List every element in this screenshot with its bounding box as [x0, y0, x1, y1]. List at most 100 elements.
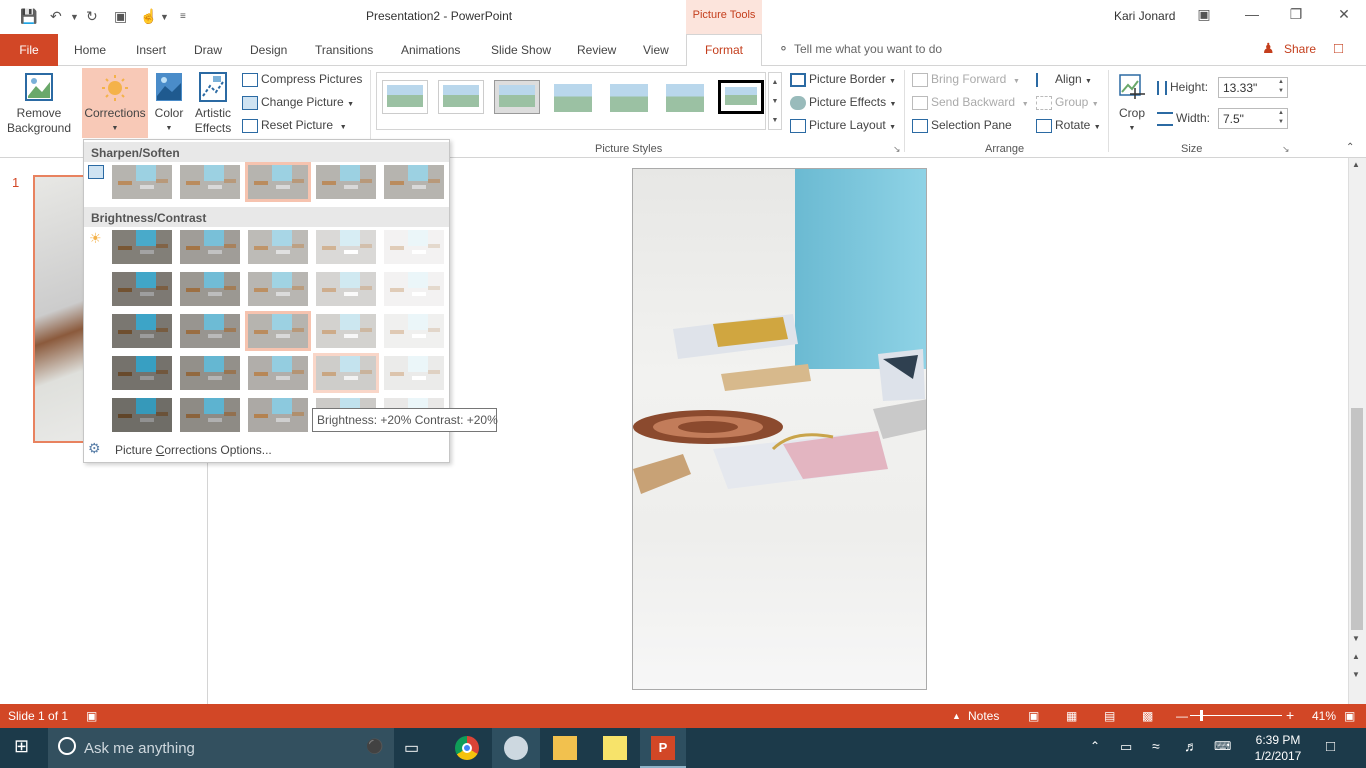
keyboard-icon[interactable]: ⌨ [1214, 739, 1231, 753]
tab-draw[interactable]: Draw [194, 43, 222, 57]
brightness-contrast-option[interactable] [112, 272, 172, 306]
battery-icon[interactable]: ▭ [1120, 739, 1132, 755]
scroll-down-icon[interactable]: ▼ [1352, 634, 1360, 643]
chrome-icon[interactable] [455, 736, 479, 760]
scroll-thumb[interactable] [1351, 408, 1363, 630]
fit-to-window-icon[interactable]: ▣ [1344, 709, 1355, 723]
brightness-contrast-option[interactable] [180, 230, 240, 264]
height-spinner[interactable]: ▲ ▼ [1278, 78, 1284, 96]
tab-insert[interactable]: Insert [136, 43, 166, 57]
sharpen-soften-option[interactable] [384, 165, 444, 199]
reset-picture-button[interactable]: Reset Picture ▼ [242, 118, 347, 133]
picture-style-1[interactable] [382, 80, 428, 114]
brightness-contrast-option[interactable] [316, 230, 376, 264]
brightness-contrast-option[interactable] [248, 356, 308, 390]
brightness-contrast-option[interactable] [180, 272, 240, 306]
tab-slide-show[interactable]: Slide Show [491, 43, 551, 57]
snipping-tool-icon[interactable] [504, 736, 528, 760]
comments-icon[interactable]: □ [1334, 40, 1343, 57]
brightness-contrast-option[interactable] [112, 398, 172, 432]
microphone-icon[interactable]: ⚫ [366, 738, 383, 755]
customize-qat-icon[interactable]: ≡ [180, 11, 186, 22]
share-person-icon[interactable]: ♟ [1262, 40, 1275, 57]
previous-slide-icon[interactable]: ▲ [1352, 652, 1360, 661]
brightness-contrast-option[interactable] [180, 356, 240, 390]
sharpen-soften-option[interactable] [245, 162, 311, 202]
scroll-up-icon[interactable]: ▲ [1352, 160, 1360, 169]
size-launcher-icon[interactable]: ↘ [1282, 144, 1290, 155]
normal-view-icon[interactable]: ▣ [1028, 709, 1039, 723]
brightness-contrast-option[interactable] [384, 356, 444, 390]
present-icon[interactable]: ▣ [114, 8, 127, 25]
change-picture-button[interactable]: Change Picture ▼ [242, 95, 354, 110]
action-center-icon[interactable]: □ [1326, 738, 1335, 755]
restore-icon[interactable]: ❐ [1284, 6, 1308, 26]
picture-style-2[interactable] [438, 80, 484, 114]
reading-view-icon[interactable]: ▤ [1104, 709, 1115, 723]
file-explorer-icon[interactable] [553, 736, 577, 760]
show-hidden-icons-icon[interactable]: ⌃ [1090, 739, 1100, 753]
zoom-in-icon[interactable]: + [1286, 707, 1294, 723]
selection-pane-button[interactable]: Selection Pane [912, 118, 1012, 133]
width-spinner[interactable]: ▲ ▼ [1278, 109, 1284, 127]
tab-home[interactable]: Home [74, 43, 106, 57]
send-backward-button[interactable]: Send Backward ▼ [912, 95, 1029, 110]
brightness-contrast-option[interactable] [248, 230, 308, 264]
minimize-icon[interactable]: — [1240, 6, 1264, 26]
remove-background-button[interactable]: Remove Background [4, 72, 74, 136]
brightness-contrast-option[interactable] [112, 314, 172, 348]
picture-effects-button[interactable]: Picture Effects ▼ [790, 95, 896, 110]
brightness-contrast-option[interactable] [248, 398, 308, 432]
tab-design[interactable]: Design [250, 43, 287, 57]
sticky-notes-icon[interactable] [603, 736, 627, 760]
undo-icon[interactable]: ↶ [50, 8, 62, 25]
brightness-contrast-option[interactable] [313, 353, 379, 393]
tab-transitions[interactable]: Transitions [315, 43, 373, 57]
taskbar-clock[interactable]: 6:39 PM 1/2/2017 [1248, 732, 1308, 764]
brightness-contrast-option[interactable] [180, 398, 240, 432]
cortana-search-box[interactable]: Ask me anything ⚫ [48, 728, 394, 768]
touch-dropdown-icon[interactable]: ▼ [160, 12, 169, 22]
user-name[interactable]: Kari Jonard [1114, 9, 1175, 23]
slide-thumbnail[interactable] [33, 175, 85, 443]
zoom-out-icon[interactable]: — [1176, 709, 1188, 723]
crop-button[interactable]: Crop ▼ [1114, 72, 1150, 136]
brightness-contrast-option[interactable] [112, 230, 172, 264]
compress-pictures-button[interactable]: Compress Pictures [242, 72, 362, 87]
tab-view[interactable]: View [643, 43, 669, 57]
slide-show-icon[interactable]: ▩ [1142, 709, 1153, 723]
brightness-contrast-option[interactable] [384, 272, 444, 306]
redo-icon[interactable]: ↻ [86, 8, 98, 25]
brightness-contrast-option[interactable] [180, 314, 240, 348]
slide-picture[interactable] [632, 168, 927, 690]
picture-style-6[interactable] [662, 80, 708, 114]
undo-dropdown-icon[interactable]: ▼ [70, 12, 79, 22]
picture-corrections-options[interactable]: ⚙ Picture Corrections Options... [84, 440, 448, 460]
sharpen-soften-option[interactable] [112, 165, 172, 199]
sharpen-soften-option[interactable] [316, 165, 376, 199]
wifi-icon[interactable]: ≈ [1152, 738, 1160, 754]
align-button[interactable]: Align ▼ [1036, 72, 1092, 87]
brightness-contrast-option[interactable] [316, 314, 376, 348]
color-button[interactable]: Color ▼ [150, 72, 188, 136]
brightness-contrast-option[interactable] [316, 272, 376, 306]
notes-button[interactable]: Notes [968, 709, 999, 723]
share-button[interactable]: Share [1284, 42, 1316, 56]
picture-style-7[interactable] [718, 80, 764, 114]
tab-file[interactable]: File [0, 34, 58, 66]
brightness-contrast-option[interactable] [248, 272, 308, 306]
brightness-contrast-option[interactable] [384, 230, 444, 264]
windows-start-icon[interactable]: ⊞ [14, 736, 29, 757]
tab-review[interactable]: Review [577, 43, 616, 57]
picture-style-4[interactable] [550, 80, 596, 114]
spell-check-icon[interactable]: ▣ [86, 709, 97, 723]
zoom-slider-thumb[interactable] [1200, 710, 1203, 721]
next-slide-icon[interactable]: ▼ [1352, 670, 1360, 679]
ribbon-display-options-icon[interactable]: ▣ [1192, 6, 1216, 26]
touch-mode-icon[interactable]: ☝ [140, 8, 157, 25]
rotate-button[interactable]: Rotate ▼ [1036, 118, 1101, 133]
picture-styles-launcher-icon[interactable]: ↘ [893, 144, 901, 155]
picture-border-button[interactable]: Picture Border ▼ [790, 72, 896, 87]
brightness-contrast-option[interactable] [245, 311, 311, 351]
close-icon[interactable]: ✕ [1332, 6, 1356, 26]
